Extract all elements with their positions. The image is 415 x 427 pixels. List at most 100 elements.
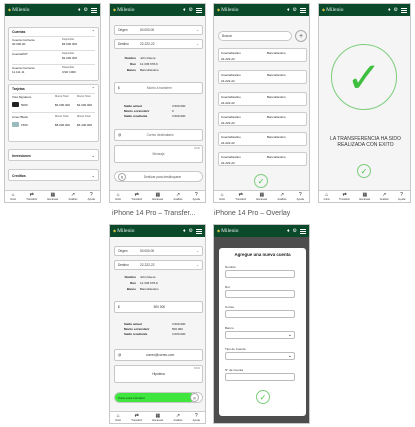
gear-icon[interactable]: ⚙	[293, 7, 297, 13]
account-name: CuentaRUT	[12, 52, 28, 56]
account-row[interactable]: CuentaRUT Disponible $2.000.000	[12, 52, 95, 62]
destino-select[interactable]: Destino 22-222-22 ⌄	[114, 260, 203, 270]
tab-ayuda[interactable]: ? Ayuda	[193, 413, 200, 422]
brand-name: Milenio	[117, 228, 135, 234]
destino-item[interactable]: CuentaDestino BancoDestino 22-222-22	[218, 48, 307, 62]
destino-item[interactable]: CuentaDestino BancoDestino 22-222-22	[218, 132, 307, 146]
pulse-transfer-button[interactable]: Pulse para transferir	[115, 393, 195, 402]
card-row[interactable]: 5000 $6.000.000 $4.000.000	[12, 102, 95, 109]
tab-inicio[interactable]: ⌂ Inicio	[10, 192, 16, 201]
tab-escanear[interactable]: ▦ Escanear	[47, 192, 58, 201]
bell-icon[interactable]: ♦	[287, 7, 290, 13]
rut-label: Run	[130, 281, 136, 285]
rut-field[interactable]	[225, 290, 295, 298]
tab-analisis[interactable]: ↗ Analisis	[68, 192, 77, 201]
menu-icon[interactable]	[196, 228, 202, 234]
correo-input[interactable]: @ correo@correo.com	[114, 349, 203, 361]
monto-input[interactable]: $500.000	[114, 301, 203, 313]
tab-analisis[interactable]: ↗ Analisis	[277, 192, 286, 201]
destino-item[interactable]: CuentaDestino BancoDestino 22-222-22	[218, 152, 307, 166]
chevron-down-icon[interactable]: ⌄	[92, 173, 95, 178]
chevron-down-icon[interactable]: ⌄	[92, 153, 95, 158]
nombre-field[interactable]	[225, 270, 295, 278]
tab-ayuda[interactable]: ? Ayuda	[87, 192, 95, 201]
tab-transferir[interactable]: ⇄ Transferir	[131, 413, 142, 422]
tab-inicio[interactable]: ⌂ Inicio	[324, 192, 330, 201]
tab-inicio[interactable]: ⌂ Inicio	[115, 192, 121, 201]
slider-handle-icon[interactable]: |||	[190, 393, 199, 402]
menu-icon[interactable]	[300, 228, 306, 234]
destino-item[interactable]: CuentaDestino BancoDestino 22-222-22	[218, 112, 307, 126]
tipo-cuenta-select[interactable]: ⌄	[225, 352, 295, 360]
brand-logo-icon: ◆	[113, 7, 117, 12]
mensaje-input[interactable]: Mensaje 0/160	[114, 145, 203, 163]
gear-icon[interactable]: ⚙	[293, 228, 297, 234]
bell-icon[interactable]: ♦	[183, 228, 186, 234]
confirm-check-button[interactable]: ✓	[256, 390, 270, 404]
slide-unlock[interactable]: ||| Deslizar para desbloquear	[114, 171, 203, 182]
chevron-up-icon[interactable]: ⌃	[92, 29, 95, 34]
bell-icon[interactable]: ♦	[183, 7, 186, 13]
mensaje-input[interactable]: Hipoteca 8/160	[114, 365, 203, 383]
add-button[interactable]: +	[295, 30, 307, 42]
gear-icon[interactable]: ⚙	[189, 7, 193, 13]
correo-input[interactable]: @ Correo destinatario	[114, 129, 203, 141]
gear-icon[interactable]: ⚙	[84, 7, 88, 13]
tab-analisis[interactable]: ↗ Analisis	[380, 192, 389, 201]
gear-icon[interactable]: ⚙	[189, 228, 193, 234]
tab-inicio[interactable]: ⌂ Inicio	[115, 413, 121, 422]
numero-cuenta-field[interactable]	[225, 373, 295, 381]
menu-icon[interactable]	[91, 7, 97, 13]
slider-handle-icon[interactable]: |||	[118, 172, 126, 181]
brand: ◆Milenio	[322, 7, 344, 13]
tab-escanear[interactable]: ▦ Escanear	[359, 192, 370, 201]
brand-logo-icon: ◆	[322, 7, 326, 12]
tab-label: Escanear	[256, 197, 268, 201]
origen-select[interactable]: Origen 00.000.00 ⌄	[114, 246, 203, 256]
brand-logo-icon: ◆	[8, 7, 12, 12]
nombre-row: Nombre John Deere	[110, 56, 156, 60]
chevron-up-icon[interactable]: ⌃	[92, 86, 95, 91]
tab-escanear[interactable]: ▦ Escanear	[256, 192, 268, 201]
tab-label: Ayuda	[87, 197, 95, 201]
menu-icon[interactable]	[401, 7, 407, 13]
tab-escanear[interactable]: ▦ Escanear	[152, 413, 163, 422]
tab-transferir[interactable]: ⇄ Transferir	[26, 192, 37, 201]
card-row[interactable]: 1500 $8.000.000 $6.400.000	[12, 122, 95, 129]
tab-ayuda[interactable]: ? Ayuda	[297, 192, 304, 201]
bell-icon[interactable]: ♦	[78, 7, 81, 13]
search-input[interactable]: Buscar	[218, 31, 292, 41]
destino-item[interactable]: CuentaDestino BancoDestino 22-222-22	[218, 92, 307, 106]
char-count: 8/160	[194, 367, 200, 370]
destino-select[interactable]: Destino 22-222-22 ⌄	[114, 39, 203, 49]
correo-field[interactable]	[225, 310, 295, 318]
banco-select[interactable]: ⌄	[225, 331, 295, 339]
gear-icon[interactable]: ⚙	[394, 7, 398, 13]
bell-icon[interactable]: ♦	[388, 7, 391, 13]
rut-value: 12.345.678-9	[140, 62, 158, 66]
tab-transferir[interactable]: ⇄ Transferir	[131, 192, 142, 201]
tab-analisis[interactable]: ↗ Analisis	[173, 192, 182, 201]
tab-ayuda[interactable]: ? Ayuda	[398, 192, 405, 201]
confirm-check-button[interactable]: ✓	[357, 164, 371, 178]
inversiones-card[interactable]: Inversiones ⌄	[8, 149, 99, 161]
menu-icon[interactable]	[196, 7, 202, 13]
account-row[interactable]: Cuenta Corriente 00.000.00 Disponible $3…	[12, 38, 95, 48]
origen-select[interactable]: Origen 00.000.00 ⌄	[114, 25, 203, 35]
tab-transferir[interactable]: ⇄ Transferir	[235, 192, 246, 201]
bell-icon[interactable]: ♦	[287, 228, 290, 234]
saldo-actual-label: Saldo actual	[124, 104, 142, 108]
nombre-value: John Deere	[140, 56, 156, 60]
account-row[interactable]: Cuenta Corriente 11.111.11 Disponible US…	[12, 66, 95, 76]
monto-input[interactable]: $ Monto a transferir	[114, 82, 203, 94]
menu-icon[interactable]	[300, 7, 306, 13]
rut-label: Run	[130, 62, 136, 66]
confirm-check-button[interactable]: ✓	[254, 174, 268, 188]
tab-escanear[interactable]: ▦ Escanear	[152, 192, 163, 201]
tab-transferir[interactable]: ⇄ Transferir	[339, 192, 350, 201]
creditos-card[interactable]: Creditos ⌄	[8, 169, 99, 181]
tab-analisis[interactable]: ↗ Analisis	[173, 413, 182, 422]
destino-item[interactable]: CuentaDestino BancoDestino 22-222-22	[218, 70, 307, 84]
tab-inicio[interactable]: ⌂ Inicio	[219, 192, 225, 201]
tab-ayuda[interactable]: ? Ayuda	[193, 192, 200, 201]
